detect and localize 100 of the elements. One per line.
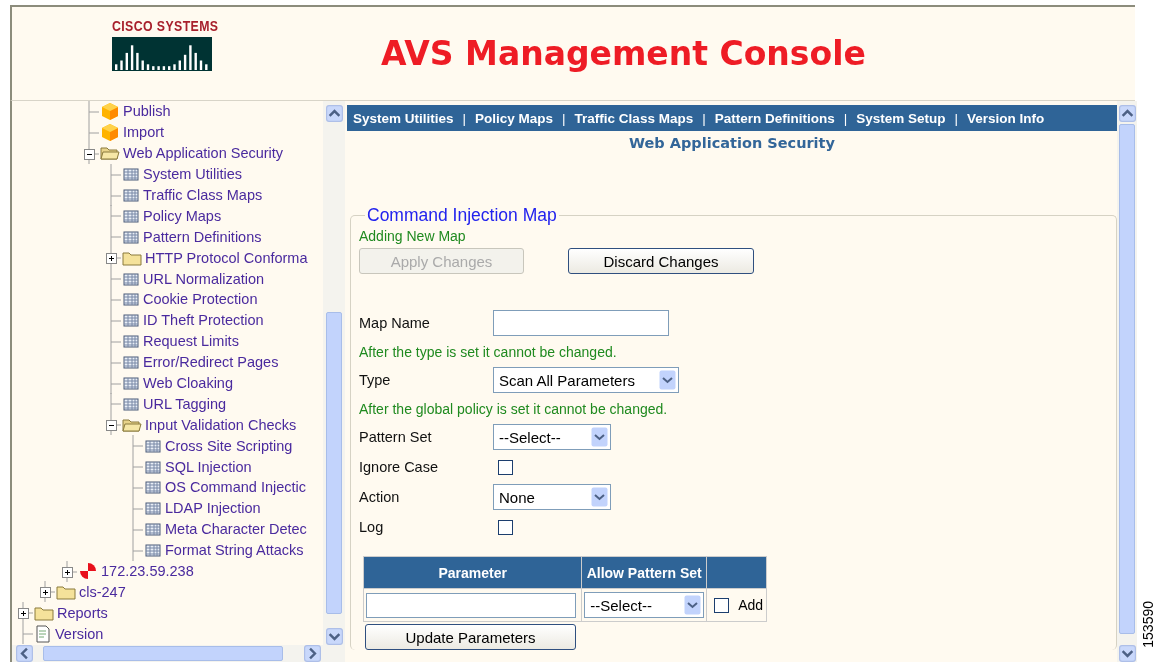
tree-item[interactable]: System Utilities [143,166,243,183]
tree-item[interactable]: cls-247 [79,583,126,600]
hint-text: After the global policy is set it cannot be changed. [359,399,669,419]
dropdown[interactable]: None [493,484,611,510]
chevron-down-icon [684,595,702,615]
table-icon [122,207,140,224]
scroll-right-button[interactable] [304,645,321,662]
field-label: Map Name [359,315,431,331]
tree-line [88,142,100,164]
tree-item[interactable]: HTTP Protocol Conforma [145,249,308,266]
table-icon [122,354,140,371]
nav-link[interactable]: Pattern Definitions [714,110,835,126]
update-button[interactable]: Update Parameters [365,624,576,650]
tree-line [22,623,34,645]
tree-item[interactable]: Web Application Security [123,145,284,162]
chevron-down-icon [658,370,676,390]
checkbox[interactable] [498,459,513,475]
logo-bars-icon [112,36,212,71]
chevron-down-icon [591,427,608,447]
tree-item[interactable]: Publish [123,103,171,120]
logo-text: CISCO SYSTEMS [112,16,219,34]
expand-icon[interactable] [62,566,73,578]
tree-item[interactable]: Meta Character Detec [165,521,307,538]
tree-item[interactable]: Pattern Definitions [143,228,262,245]
table-icon [122,270,140,287]
nav-link[interactable]: Traffic Class Maps [574,110,694,126]
tree-item[interactable]: ID Theft Protection [143,312,264,329]
table-icon [122,333,140,350]
dropdown[interactable]: --Select-- [493,424,611,450]
tree-line [110,351,122,373]
input-field[interactable] [493,310,669,336]
open-folder-icon [100,145,120,162]
vertical-scrollbar[interactable] [323,101,345,645]
open-folder-icon [122,416,142,433]
tree-line [110,393,122,415]
dropdown[interactable]: --Select-- [584,592,705,618]
scroll-down-button[interactable] [1118,645,1136,662]
tree-item[interactable]: Cookie Protection [143,291,258,308]
tree-item[interactable]: Format String Attacks [165,542,304,559]
tree-item[interactable]: LDAP Injection [165,500,261,517]
separator: | [702,110,706,126]
scroll-left-button[interactable] [16,645,33,662]
tree-line [110,309,122,331]
hint-text: After the type is set it cannot be changed. [359,342,618,362]
tree-item[interactable]: Cross Site Scripting [165,437,293,454]
table-icon [144,437,162,454]
table-icon [122,291,140,308]
tree-item[interactable]: Web Cloaking [143,375,233,391]
collapse-icon[interactable] [106,420,117,432]
tree-line [110,163,122,185]
field-label: Type [359,372,392,388]
nav-link[interactable]: Policy Maps [475,110,554,126]
tree-item[interactable]: OS Command Injectic [165,479,307,496]
tree-line [110,414,122,436]
dropdown[interactable]: Scan All Parameters [493,367,679,393]
tree-item[interactable]: Version [55,625,104,642]
action-button[interactable]: Discard Changes [568,248,754,274]
expand-icon[interactable] [40,587,51,599]
field-label: Ignore Case [359,459,439,475]
checkbox[interactable] [498,519,513,535]
vertical-scrollbar[interactable] [1117,101,1137,662]
table-icon [144,542,162,559]
table-icon [144,500,162,517]
tree-item[interactable]: Error/Redirect Pages [143,354,279,371]
checkbox[interactable] [714,597,730,613]
tree-item[interactable]: Policy Maps [143,207,222,224]
tree-line [110,226,122,248]
table-icon [122,166,140,183]
expand-icon[interactable] [106,253,117,265]
tree-item[interactable]: Input Validation Checks [145,416,297,433]
tree-item[interactable]: Reports [57,604,108,621]
scroll-down-button[interactable] [325,628,343,645]
tree-line [110,205,122,227]
tree-line [88,101,100,122]
folder-icon [122,249,142,266]
horizontal-scrollbar[interactable] [12,645,345,662]
tree-item[interactable]: Request Limits [143,333,239,350]
nav-link[interactable]: System Utilities [353,110,454,126]
tree-line [110,184,122,206]
column-header: Allow Pattern Set [581,556,707,589]
tree-line [132,518,144,540]
tree-item[interactable]: Traffic Class Maps [143,187,263,203]
separator: | [562,110,566,126]
tree-item[interactable]: 172.23.59.238 [101,563,194,580]
nav-link[interactable]: System Setup [856,110,946,126]
scroll-up-button[interactable] [1118,105,1136,122]
app-title: AVS Management Console [380,34,867,73]
input-field[interactable] [366,592,576,618]
tree-item[interactable]: Import [123,124,165,141]
field-label: Log [359,519,385,535]
nav-link[interactable]: Version Info [967,110,1045,126]
tree-item[interactable]: SQL Injection [165,458,252,475]
scroll-up-button[interactable] [325,105,343,122]
table-icon [144,479,162,496]
tree-item[interactable]: URL Tagging [143,395,227,412]
collapse-icon[interactable] [84,148,95,160]
tree-line [132,456,144,478]
expand-icon[interactable] [18,608,29,620]
tree-item[interactable]: URL Normalization [143,270,265,287]
tree-line [110,330,122,352]
